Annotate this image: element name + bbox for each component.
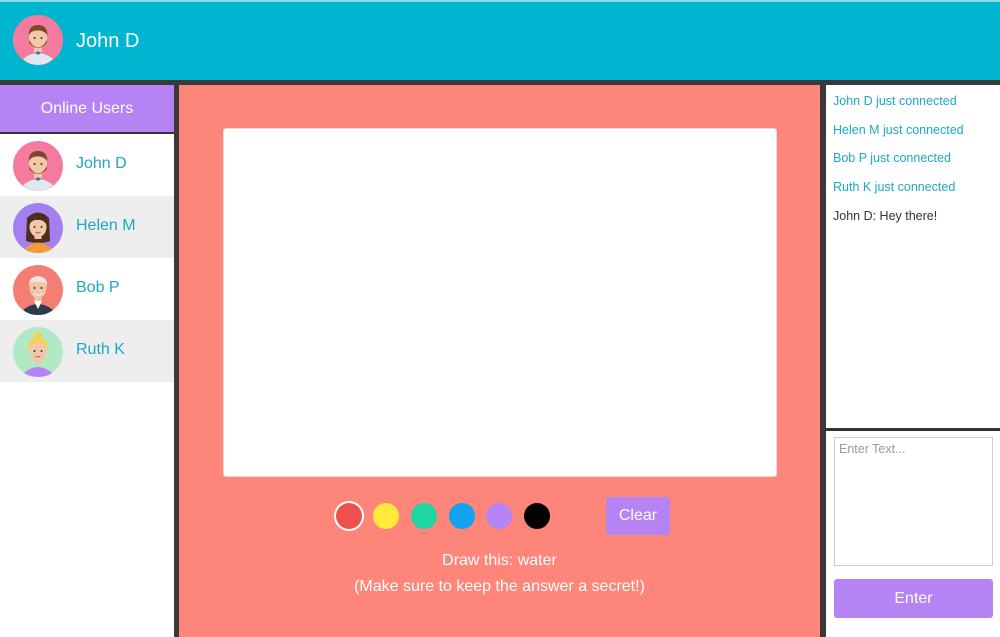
blonde-woman-avatar <box>13 327 63 377</box>
chat-message: Helen M just connected <box>833 122 964 137</box>
man-with-beard-avatar <box>13 141 63 191</box>
user-name: Helen M <box>76 217 136 234</box>
user-list-item[interactable]: John D <box>0 134 174 196</box>
color-swatch-yellow[interactable] <box>373 503 399 529</box>
online-users-panel: Online Users John D Helen M Bob P Ruth K <box>0 85 174 637</box>
color-swatch-purple[interactable] <box>486 503 512 529</box>
clear-button[interactable]: Clear <box>606 497 670 535</box>
user-name: Ruth K <box>76 341 125 358</box>
secret-reminder: (Make sure to keep the answer a secret!) <box>354 578 645 595</box>
online-users-title: Online Users <box>0 85 174 132</box>
draw-prompt: Draw this: water <box>442 552 557 569</box>
drawing-canvas[interactable] <box>223 128 777 477</box>
old-man-avatar <box>13 265 63 315</box>
color-swatch-green[interactable] <box>411 503 437 529</box>
user-list-item[interactable]: Bob P <box>0 258 174 320</box>
chat-message: Bob P just connected <box>833 151 951 166</box>
chat-panel: John D just connected Helen M just conne… <box>826 85 1000 637</box>
chat-log: John D just connected Helen M just conne… <box>826 85 1000 428</box>
color-swatch-blue[interactable] <box>449 503 475 529</box>
user-list-item[interactable]: Ruth K <box>0 320 174 382</box>
chat-message: John D just connected <box>833 94 957 108</box>
color-swatch-black[interactable] <box>524 503 550 529</box>
user-list-item[interactable]: Helen M <box>0 196 174 258</box>
color-swatch-red[interactable] <box>336 503 362 529</box>
app-header: John D <box>0 0 1000 80</box>
user-name: Bob P <box>76 279 120 296</box>
user-name: John D <box>76 155 127 172</box>
man-with-beard-avatar <box>13 15 63 65</box>
chat-text-input[interactable] <box>834 437 993 566</box>
chat-message: John D: Hey there! <box>833 208 938 223</box>
woman-avatar <box>13 203 63 253</box>
enter-button[interactable]: Enter <box>834 579 993 618</box>
current-user-name: John D <box>76 30 140 52</box>
chat-message: Ruth K just connected <box>833 180 956 195</box>
chat-divider <box>826 428 1000 431</box>
drawing-board-panel: Clear Draw this: water (Make sure to kee… <box>179 85 820 637</box>
